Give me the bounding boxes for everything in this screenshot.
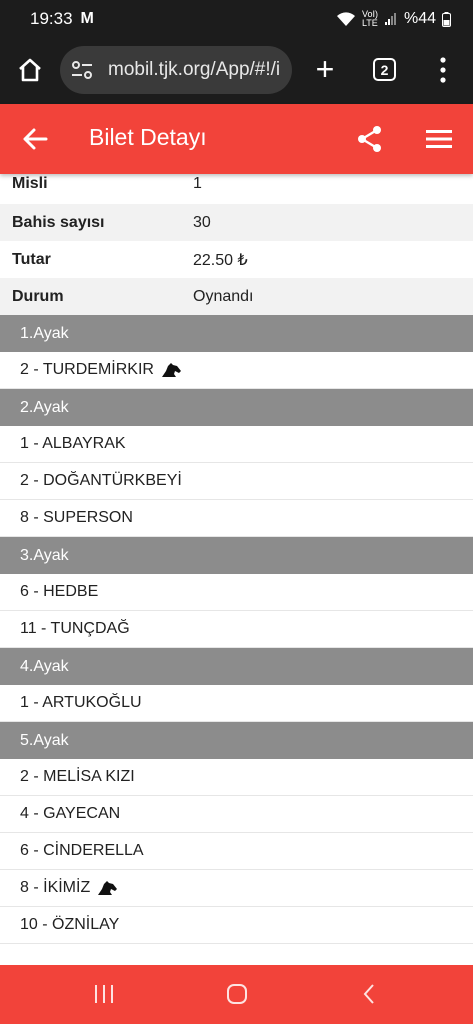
gmail-notification-icon: M [80, 10, 94, 27]
horse-row: 1 - ARTUKOĞLU [0, 685, 473, 722]
horse-head-icon [98, 881, 118, 895]
horse-row: 4 - GAYECAN [0, 796, 473, 833]
horse-label: 2 - MELİSA KIZI [20, 768, 135, 785]
horse-row: 2 - TURDEMİRKIR [0, 352, 473, 389]
horse-row: 6 - CİNDERELLA [0, 833, 473, 870]
horse-label: 8 - İKİMİZ [20, 879, 91, 896]
info-value: 30 [193, 213, 211, 231]
info-value: 1 [193, 175, 202, 192]
back-nav-icon[interactable] [362, 983, 376, 1005]
status-right: VoI) LTE %44 [336, 10, 451, 28]
battery-icon [442, 11, 451, 27]
horse-label: 2 - DOĞANTÜRKBEYİ [20, 472, 182, 489]
horse-row: 11 - TUNÇDAĞ [0, 611, 473, 648]
leg-header-4: 4.Ayak [0, 648, 473, 685]
home-nav-icon[interactable] [226, 983, 248, 1005]
horse-row: 2 - DOĞANTÜRKBEYİ [0, 463, 473, 500]
home-icon[interactable] [16, 56, 44, 84]
info-row-durum: Durum Oynandı [0, 278, 473, 315]
page-title: Bilet Detayı [89, 124, 207, 150]
horse-label: 2 - TURDEMİRKIR [20, 361, 154, 378]
address-bar[interactable]: mobil.tjk.org/App/#!/i [60, 46, 292, 94]
info-value: Oynandı [193, 287, 254, 305]
horse-label: 4 - GAYECAN [20, 805, 121, 822]
tune-icon[interactable] [70, 58, 94, 82]
leg-header-3: 3.Ayak [0, 537, 473, 574]
share-icon[interactable] [356, 125, 384, 153]
recent-apps-icon[interactable] [93, 983, 115, 1005]
horse-row: 6 - HEDBE [0, 574, 473, 611]
leg-header-5: 5.Ayak [0, 722, 473, 759]
horse-label: 11 - TUNÇDAĞ [20, 620, 130, 637]
status-bar: 19:33 M VoI) LTE %44 [0, 0, 473, 38]
wifi-icon [336, 12, 355, 26]
signal-icon [384, 13, 396, 25]
horse-row: 2 - MELİSA KIZI [0, 759, 473, 796]
horse-row: 1 - ALBAYRAK [0, 426, 473, 463]
info-key: Tutar [12, 250, 51, 268]
app-header: Bilet Detayı [0, 104, 473, 174]
horse-head-icon [161, 363, 181, 377]
horse-label: 6 - CİNDERELLA [20, 842, 144, 859]
system-nav-bar [0, 965, 473, 1024]
volte-indicator: VoI) LTE [361, 9, 378, 28]
horse-row: 8 - SUPERSON [0, 500, 473, 537]
leg-header-2: 2.Ayak [0, 389, 473, 426]
tab-count: 2 [380, 61, 389, 78]
plus-icon[interactable]: + [310, 53, 340, 85]
more-vert-icon[interactable] [438, 57, 448, 83]
horse-row: 8 - İKİMİZ [0, 870, 473, 907]
horse-label: 1 - ARTUKOĞLU [20, 694, 142, 711]
info-row-bahis-sayisi: Bahis sayısı 30 [0, 204, 473, 241]
battery-percent: %44 [403, 10, 436, 27]
arrow-back-icon[interactable] [22, 126, 48, 152]
hamburger-icon[interactable] [426, 128, 452, 150]
horse-label: 8 - SUPERSON [20, 509, 133, 526]
horse-label: 6 - HEDBE [20, 583, 99, 600]
horse-row: 10 - ÖZNİLAY [0, 907, 473, 944]
ticket-detail-content: Misli 1 Bahis sayısı 30 Tutar 22.50 ₺ Du… [0, 174, 473, 964]
leg-header-1: 1.Ayak [0, 315, 473, 352]
info-row-misli: Misli 1 [0, 174, 473, 198]
horse-label: 10 - ÖZNİLAY [20, 916, 120, 933]
info-key: Misli [12, 175, 48, 192]
browser-toolbar: mobil.tjk.org/App/#!/i + 2 [0, 38, 473, 104]
horse-label: 1 - ALBAYRAK [20, 435, 126, 452]
tab-switcher-icon[interactable]: 2 [373, 58, 396, 81]
url-text[interactable]: mobil.tjk.org/App/#!/i [108, 59, 280, 81]
info-key: Bahis sayısı [12, 213, 105, 231]
status-time: 19:33 [30, 9, 73, 28]
info-row-tutar: Tutar 22.50 ₺ [0, 241, 473, 278]
info-value: 22.50 ₺ [193, 251, 248, 269]
info-key: Durum [12, 287, 64, 305]
